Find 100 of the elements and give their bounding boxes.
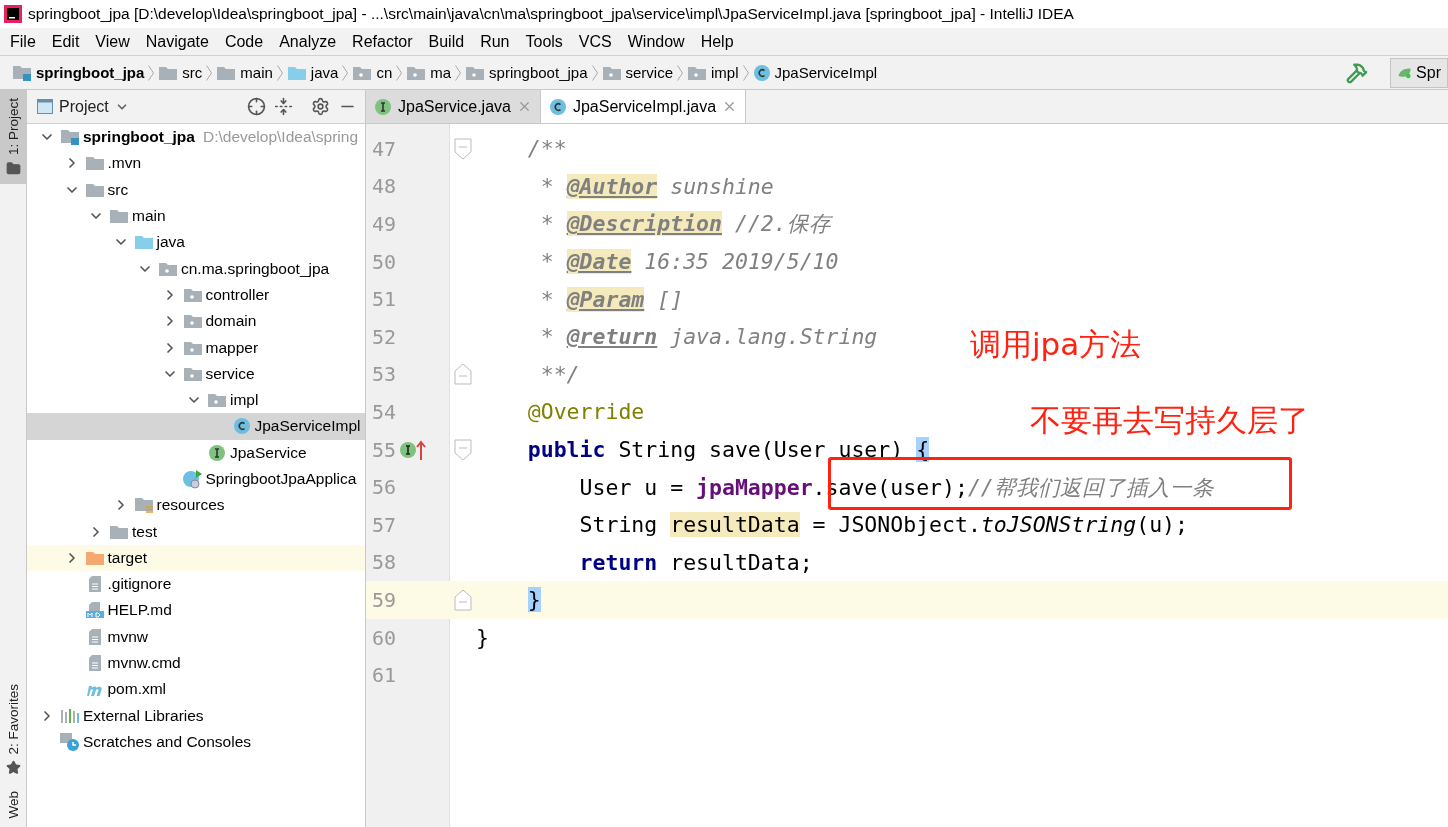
tree-item[interactable]: HELP.md <box>27 597 365 624</box>
code-line: } <box>476 625 489 650</box>
package-icon <box>182 286 203 303</box>
menu-item[interactable]: Refactor <box>344 32 421 51</box>
tool-window-tab[interactable]: 1: Project <box>0 90 26 185</box>
breadcrumb-item[interactable]: springboot_jpa <box>12 63 145 82</box>
package-icon <box>158 260 178 277</box>
tree-item[interactable]: JpaService <box>27 439 365 466</box>
code-line: return resultData; <box>578 549 813 575</box>
code-line: /** <box>526 136 567 162</box>
separator-icon <box>455 64 462 81</box>
tree-item[interactable]: JpaServiceImpl <box>27 413 365 440</box>
folder-icon <box>84 155 105 172</box>
hammer-icon[interactable] <box>1346 61 1368 84</box>
module-folder-icon <box>12 63 32 82</box>
tree-item[interactable]: cn.ma.springboot_jpa <box>27 255 365 282</box>
breadcrumb-item[interactable]: springboot_jpa <box>465 64 588 81</box>
line-number: 47 <box>371 136 398 161</box>
menu-item[interactable]: Run <box>472 32 518 51</box>
collapse-icon[interactable] <box>274 97 293 116</box>
line-number: 55 <box>366 437 450 462</box>
locate-icon[interactable] <box>247 97 266 116</box>
menu-item[interactable]: Tools <box>517 32 571 51</box>
menu-item[interactable]: VCS <box>570 32 620 51</box>
editor-tab[interactable]: JpaService.java <box>366 90 541 123</box>
folder-icon <box>216 64 237 81</box>
tree-item[interactable]: SpringbootJpaApplica <box>27 465 365 493</box>
breadcrumb-item[interactable]: ma <box>406 64 452 81</box>
package-icon <box>465 64 486 81</box>
menu-item[interactable]: Build <box>420 32 473 51</box>
line-number: 52 <box>371 324 398 349</box>
menu-item[interactable]: Window <box>619 32 693 51</box>
fold-marker-icon[interactable] <box>454 438 472 461</box>
window-icon <box>37 99 53 114</box>
tree-item[interactable]: mvnw <box>27 623 365 650</box>
menu-item[interactable]: Analyze <box>271 32 345 51</box>
folder-icon <box>84 549 105 566</box>
tree-item[interactable]: pom.xml <box>27 676 365 703</box>
package-icon <box>182 313 203 330</box>
tree-item[interactable]: impl <box>27 386 365 414</box>
tree-item[interactable]: target <box>27 544 365 572</box>
text-file-icon <box>87 627 102 646</box>
tree-item[interactable]: main <box>27 202 365 230</box>
breadcrumb-item[interactable]: cn <box>352 64 393 81</box>
tree-item[interactable]: controller <box>27 281 365 309</box>
menu-item[interactable]: Code <box>216 32 272 51</box>
folder-icon <box>158 64 179 81</box>
menu-item[interactable]: Navigate <box>137 32 217 51</box>
line-number: 56 <box>371 475 398 500</box>
tree-item[interactable]: springboot_jpa D:\develop\Idea\spring <box>27 124 365 151</box>
tool-window-tab[interactable]: 2: Favorites <box>0 675 26 784</box>
line-number: 57 <box>371 512 398 537</box>
separator-icon <box>276 64 283 81</box>
tree-item[interactable]: resources <box>27 492 365 519</box>
callout-note: 不要再去写持久层了 <box>1030 401 1309 440</box>
implements-marker-icon[interactable] <box>398 438 427 461</box>
callout-note: 调用jpa方法 <box>970 325 1142 364</box>
breadcrumb-item[interactable]: impl <box>687 64 739 81</box>
resources-folder-icon <box>133 496 154 515</box>
menu-item[interactable]: View <box>87 32 138 51</box>
class-icon <box>548 97 567 116</box>
run-config-button[interactable]: Spr <box>1390 57 1448 88</box>
tree-item[interactable]: java <box>27 229 365 256</box>
line-number: 49 <box>371 212 398 236</box>
tree-item[interactable]: .mvn <box>27 150 365 177</box>
tree-item[interactable]: src <box>27 176 365 203</box>
tool-window-tab[interactable]: Web <box>0 783 26 827</box>
project-view-dropdown[interactable]: Project <box>37 97 129 116</box>
breadcrumb-item[interactable]: service <box>601 64 673 81</box>
menu-item[interactable]: File <box>2 32 44 51</box>
line-number: 54 <box>371 399 398 424</box>
tree-item[interactable]: .gitignore <box>27 571 365 598</box>
tree-item[interactable]: mvnw.cmd <box>27 649 365 677</box>
fold-marker-icon[interactable] <box>454 588 472 611</box>
menu-item[interactable]: Edit <box>43 32 88 51</box>
path-hint: D:\develop\Idea\spring <box>202 128 359 147</box>
breadcrumb-item[interactable]: java <box>286 64 339 81</box>
fold-marker-icon[interactable] <box>454 137 472 160</box>
tree-item[interactable]: mapper <box>27 334 365 361</box>
tree-item[interactable]: service <box>27 360 365 387</box>
line-number: 53 <box>371 362 398 387</box>
settings-icon[interactable] <box>311 97 330 116</box>
separator-icon <box>148 64 155 81</box>
tree-item[interactable]: Scratches and Consoles <box>27 728 365 756</box>
code-line: String resultData = JSONObject.toJSONString(u); <box>578 512 1188 538</box>
fold-marker-icon[interactable] <box>454 363 472 386</box>
separator-icon <box>591 64 598 81</box>
separator-icon <box>396 64 403 81</box>
tree-item[interactable]: test <box>27 518 365 545</box>
breadcrumb-item[interactable]: src <box>158 64 203 81</box>
breadcrumb-item[interactable]: JpaServiceImpl <box>752 63 878 82</box>
breadcrumb-item[interactable]: main <box>216 64 273 81</box>
tree-item[interactable]: domain <box>27 308 365 335</box>
menu-item[interactable]: Help <box>692 32 742 51</box>
tree-item[interactable]: External Libraries <box>27 702 365 729</box>
text-file-icon <box>87 654 102 673</box>
editor-tab[interactable]: JpaServiceImpl.java <box>540 90 747 123</box>
libraries-icon <box>60 707 80 724</box>
text-file-icon <box>87 575 102 594</box>
module-folder-icon <box>60 128 80 147</box>
